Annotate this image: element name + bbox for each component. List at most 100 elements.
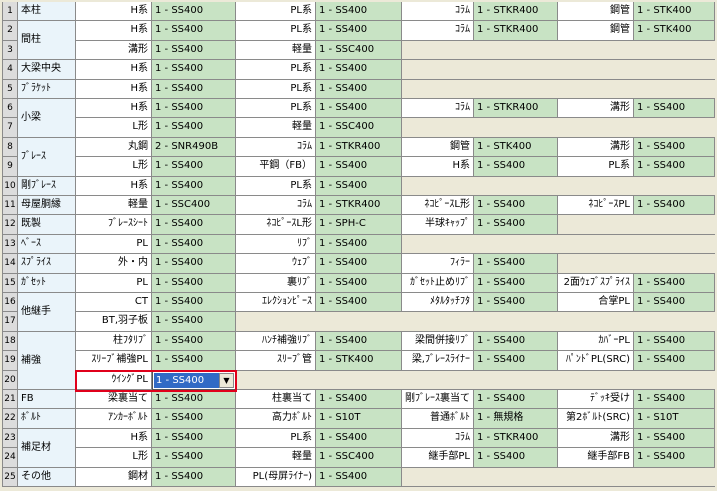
row-number: 9 (2, 157, 18, 177)
material-value-cell[interactable]: 1 - SS400 (152, 273, 236, 293)
material-value-cell[interactable]: 1 - SS400 (152, 40, 236, 61)
material-value-cell[interactable]: 1 - SS400 (152, 409, 236, 429)
material-value-cell[interactable]: 1 - SS400 (316, 390, 402, 410)
material-value-cell[interactable]: 1 - SS400 (152, 79, 236, 99)
material-value-cell[interactable]: 1 - SS400 (152, 215, 236, 235)
material-value-cell[interactable]: 1 - SS400 (634, 293, 715, 313)
material-value-cell[interactable]: 1 - SPH-C (316, 215, 402, 235)
material-value-cell[interactable]: 1 - SS400 (152, 118, 236, 138)
material-value-cell[interactable]: 1 - SS400 (474, 196, 558, 216)
material-value-cell[interactable]: 1 - SS400 (474, 390, 558, 410)
material-value-cell[interactable]: 1 - SS400 (316, 21, 402, 41)
material-value-cell[interactable]: 1 - 無規格 (474, 409, 558, 429)
material-value-cell[interactable]: 1 - SS400 (474, 351, 558, 371)
material-label: PL系 (236, 428, 316, 449)
material-value-cell[interactable]: 1 - STKR400 (474, 428, 558, 449)
material-value-cell[interactable]: 1 - SS400 (474, 448, 558, 468)
material-value-cell[interactable]: 1 - SS400 (152, 254, 236, 274)
material-dropdown[interactable]: 1 - SS400 ▼ (152, 370, 236, 390)
material-value-cell[interactable]: 1 - SS400 (316, 428, 402, 449)
material-value-cell[interactable]: 1 - SS400 (316, 234, 402, 255)
material-value-cell[interactable]: 1 - SS400 (634, 351, 715, 371)
material-label: 裏ﾘﾌﾞ (236, 273, 316, 293)
material-value-cell[interactable]: 1 - SS400 (316, 2, 402, 22)
material-value-cell[interactable]: 1 - SS400 (316, 79, 402, 99)
category-cell: ﾌﾞﾚｰｽ (18, 137, 76, 177)
material-label: 軽量 (76, 196, 152, 216)
dropdown-arrow-icon[interactable]: ▼ (219, 372, 234, 388)
material-value-cell[interactable]: 1 - SS400 (316, 331, 402, 352)
row-number: 24 (2, 448, 18, 468)
material-label: PL系 (558, 157, 634, 177)
material-value-cell[interactable]: 1 - STK400 (316, 351, 402, 371)
material-value-cell[interactable]: 1 - S10T (634, 409, 715, 429)
empty-area (558, 254, 715, 274)
material-label: L形 (76, 448, 152, 468)
material-value-cell[interactable]: 1 - SS400 (152, 176, 236, 196)
material-value-cell[interactable]: 1 - SS400 (152, 390, 236, 410)
material-value-cell[interactable]: 1 - SS400 (152, 157, 236, 177)
material-value-cell[interactable]: 1 - STKR400 (474, 21, 558, 41)
material-label: H系 (76, 2, 152, 22)
category-cell: 大梁中央 (18, 60, 76, 80)
row-number: 11 (2, 196, 18, 216)
material-value-cell[interactable]: 1 - SS400 (316, 157, 402, 177)
material-value-cell[interactable]: 1 - S10T (316, 409, 402, 429)
material-value-cell[interactable]: 1 - SS400 (152, 467, 236, 487)
material-value-cell[interactable]: 1 - STK400 (634, 21, 715, 41)
material-value-cell[interactable]: 1 - SS400 (152, 312, 236, 332)
material-value-cell[interactable]: 1 - SS400 (152, 293, 236, 313)
material-value-cell[interactable]: 1 - SS400 (152, 60, 236, 80)
material-value-cell[interactable]: 1 - SS400 (152, 21, 236, 41)
material-value-cell[interactable]: 1 - SS400 (152, 234, 236, 255)
material-value-cell[interactable]: 1 - SS400 (634, 157, 715, 177)
material-value-cell[interactable]: 1 - SS400 (634, 196, 715, 216)
material-value-cell[interactable]: 1 - SS400 (634, 273, 715, 293)
material-value-cell[interactable]: 2 - SNR490B (152, 137, 236, 158)
material-value-cell[interactable]: 1 - SS400 (152, 99, 236, 119)
material-value-cell[interactable]: 1 - SS400 (634, 331, 715, 352)
row-number: 20 (2, 370, 18, 390)
category-cell: 剛ﾌﾞﾚｰｽ (18, 176, 76, 196)
material-value-cell[interactable]: 1 - SS400 (634, 137, 715, 158)
material-value-cell[interactable]: 1 - SS400 (474, 215, 558, 235)
material-value-cell[interactable]: 1 - STKR400 (474, 2, 558, 22)
material-value-cell[interactable]: 1 - SSC400 (316, 448, 402, 468)
material-value-cell[interactable]: 1 - SSC400 (316, 40, 402, 61)
material-value-cell[interactable]: 1 - SS400 (634, 448, 715, 468)
dropdown-selected-value[interactable]: 1 - SS400 (154, 372, 224, 388)
material-value-cell[interactable]: 1 - SS400 (316, 176, 402, 196)
material-value-cell[interactable]: 1 - SS400 (474, 331, 558, 352)
material-value-cell[interactable]: 1 - SS400 (316, 293, 402, 313)
material-value-cell[interactable]: 1 - SS400 (474, 273, 558, 293)
material-label: ｳｪﾌﾞ (236, 254, 316, 274)
material-value-cell[interactable]: 1 - SS400 (474, 293, 558, 313)
material-value-cell[interactable]: 1 - STKR400 (316, 137, 402, 158)
material-value-cell[interactable]: 1 - SS400 (634, 99, 715, 119)
material-value-cell[interactable]: 1 - STK400 (474, 137, 558, 158)
material-value-cell[interactable]: 1 - SS400 (316, 273, 402, 293)
material-label: L形 (76, 118, 152, 138)
material-value-cell[interactable]: 1 - SS400 (474, 157, 558, 177)
material-label: PL系 (236, 21, 316, 41)
material-value-cell[interactable]: 1 - SS400 (152, 2, 236, 22)
material-value-cell[interactable]: 1 - SS400 (152, 448, 236, 468)
material-value-cell[interactable]: 1 - STKR400 (316, 196, 402, 216)
material-value-cell[interactable]: 1 - SS400 (152, 351, 236, 371)
material-value-cell[interactable]: 1 - SS400 (152, 331, 236, 352)
material-value-cell[interactable]: 1 - SS400 (634, 390, 715, 410)
material-value-cell[interactable]: 1 - STKR400 (474, 99, 558, 119)
row-number: 6 (2, 99, 18, 119)
material-value-cell[interactable]: 1 - SS400 (152, 428, 236, 449)
material-value-cell[interactable]: 1 - SS400 (316, 99, 402, 119)
material-value-cell[interactable]: 1 - SS400 (316, 254, 402, 274)
material-value-cell[interactable]: 1 - SS400 (316, 60, 402, 80)
material-value-cell[interactable]: 1 - SSC400 (316, 118, 402, 138)
material-value-cell[interactable]: 1 - STK400 (634, 2, 715, 22)
row-number: 15 (2, 273, 18, 293)
material-label: 剛ﾌﾞﾚｰｽ裏当て (402, 390, 474, 410)
material-value-cell[interactable]: 1 - SS400 (634, 428, 715, 449)
material-value-cell[interactable]: 1 - SS400 (474, 254, 558, 274)
material-value-cell[interactable]: 1 - SS400 (316, 467, 402, 487)
material-value-cell[interactable]: 1 - SSC400 (152, 196, 236, 216)
